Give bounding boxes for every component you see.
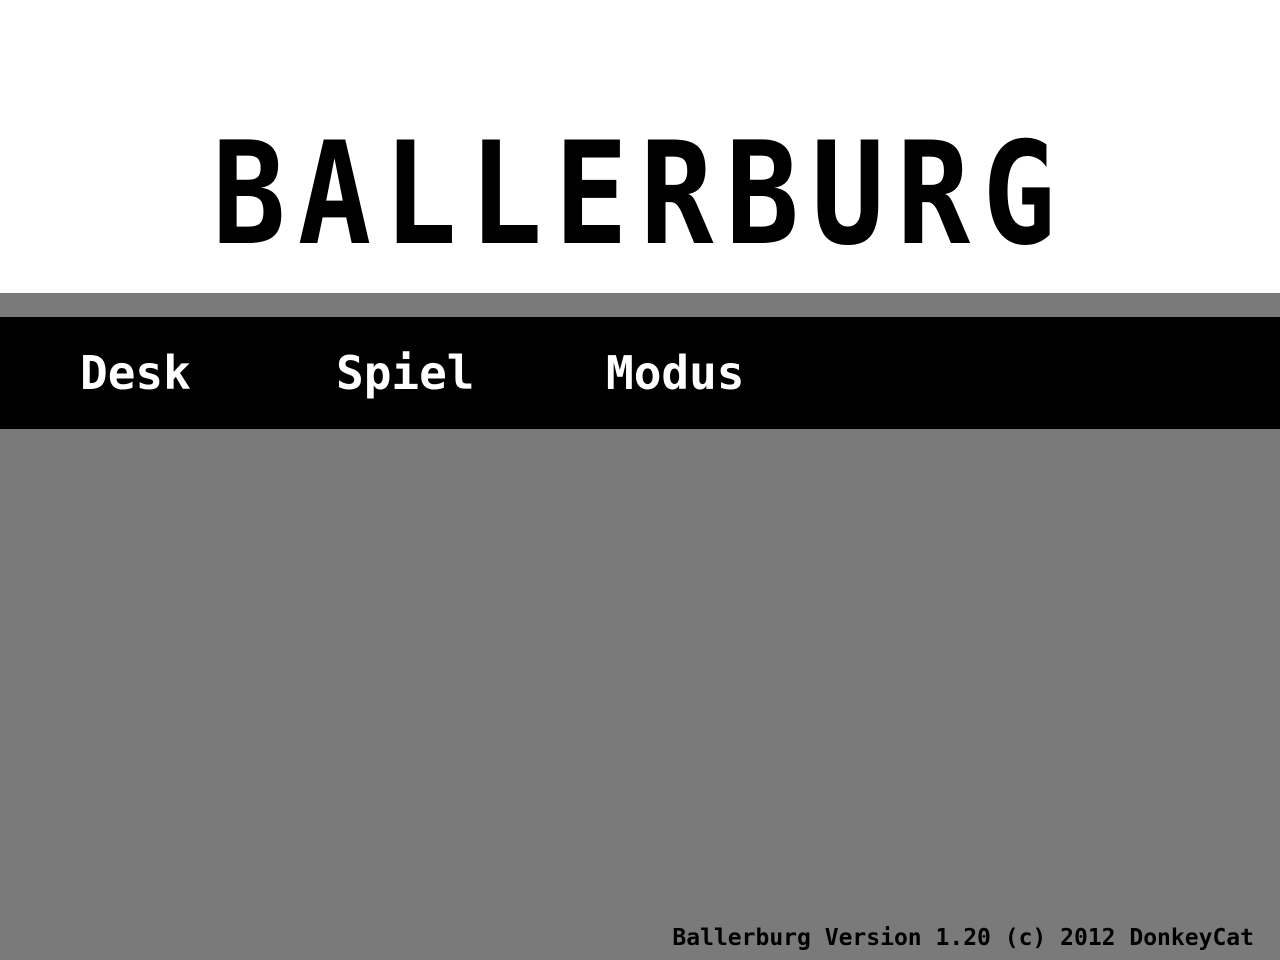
menu-spiel[interactable]: Spiel <box>336 341 474 405</box>
title-area: BALLERBURG <box>0 0 1280 293</box>
menu-modus[interactable]: Modus <box>606 341 744 405</box>
version-footer: Ballerburg Version 1.20 (c) 2012 DonkeyC… <box>672 925 1254 951</box>
menu-desk[interactable]: Desk <box>80 341 191 405</box>
game-logo: BALLERBURG <box>212 112 1068 277</box>
game-screen: BALLERBURG Desk Spiel Modus Ballerburg V… <box>0 0 1280 960</box>
